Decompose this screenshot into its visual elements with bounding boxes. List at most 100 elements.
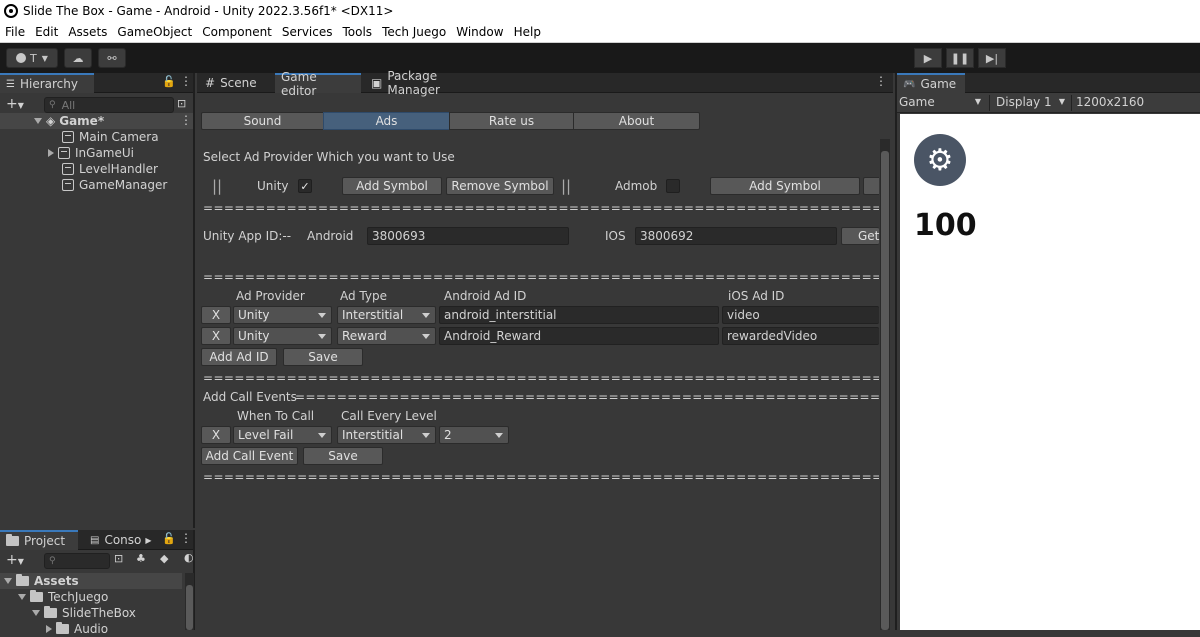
tab-project[interactable]: Project: [0, 530, 78, 550]
label-icon[interactable]: ◆: [160, 552, 168, 565]
add-ad-id-button[interactable]: Add Ad ID: [201, 348, 277, 366]
remove-ad-row-button[interactable]: X: [201, 306, 231, 324]
menu-edit[interactable]: Edit: [30, 25, 63, 39]
android-ad-id-input[interactable]: Android_Reward: [439, 327, 719, 345]
kebab-menu-icon[interactable]: ⋮: [875, 74, 887, 88]
play-icon: ▶: [923, 51, 933, 65]
unity-remove-symbol-button[interactable]: Remove Symbol: [446, 177, 554, 195]
kebab-menu-icon[interactable]: ⋮: [180, 74, 192, 88]
cloud-button[interactable]: ☁: [64, 48, 92, 68]
folder-icon: [6, 534, 19, 546]
android-label: Android: [307, 229, 354, 243]
add-object-button[interactable]: +▼: [6, 96, 24, 112]
ad-provider-dropdown[interactable]: Unity: [233, 327, 332, 345]
create-asset-button[interactable]: +▼: [6, 552, 24, 568]
kebab-menu-icon[interactable]: ⋮: [180, 531, 192, 545]
subtab-rate-us[interactable]: Rate us: [449, 112, 574, 130]
remove-call-row-button[interactable]: X: [201, 426, 231, 444]
ad-type-dropdown[interactable]: Interstitial: [337, 306, 436, 324]
scene-visibility-icon[interactable]: ⊡: [177, 97, 186, 110]
game-view-header: 🎮 Game: [897, 73, 1200, 93]
filter-icon[interactable]: ♣: [136, 552, 146, 565]
game-mode-dropdown[interactable]: Game ▼: [899, 95, 983, 111]
menu-tech-juego[interactable]: Tech Juego: [377, 25, 451, 39]
menu-component[interactable]: Component: [197, 25, 277, 39]
android-ad-id-input[interactable]: android_interstitial: [439, 306, 719, 324]
subtab-ads[interactable]: Ads: [323, 112, 450, 130]
tab-scene[interactable]: # Scene: [199, 73, 269, 93]
folder-audio[interactable]: Audio: [46, 621, 108, 637]
ios-ad-id-input[interactable]: rewardedVideo: [722, 327, 879, 345]
unity-checkbox[interactable]: ✓: [298, 179, 312, 193]
ios-app-id-input[interactable]: 3800692: [635, 227, 837, 245]
unity-add-symbol-button[interactable]: Add Symbol: [342, 177, 442, 195]
header-ad-type: Ad Type: [340, 289, 387, 303]
menu-help[interactable]: Help: [509, 25, 546, 39]
hidden-packages-icon[interactable]: ◐: [184, 551, 194, 564]
resolution-dropdown[interactable]: 1200x2160: [1071, 95, 1200, 111]
menu-services[interactable]: Services: [277, 25, 338, 39]
when-to-call-dropdown[interactable]: Level Fail: [233, 426, 332, 444]
hierarchy-item-levelhandler[interactable]: LevelHandler: [62, 161, 158, 177]
editor-scrollbar[interactable]: [880, 139, 890, 630]
scene-menu-icon[interactable]: ⋮: [180, 113, 192, 127]
project-search-input[interactable]: ⚲: [44, 553, 110, 569]
search-by-type-icon[interactable]: ⊡: [114, 552, 123, 565]
version-control-button[interactable]: ⚯: [98, 48, 126, 68]
display-dropdown[interactable]: Display 1 ▼: [989, 95, 1067, 111]
hierarchy-item-main-camera[interactable]: Main Camera: [62, 129, 159, 145]
folder-assets[interactable]: Assets: [4, 573, 79, 589]
menu-assets[interactable]: Assets: [63, 25, 112, 39]
header-ad-provider: Ad Provider: [236, 289, 305, 303]
select-provider-label: Select Ad Provider Which you want to Use: [203, 150, 455, 164]
play-button[interactable]: ▶: [914, 48, 942, 68]
menu-file[interactable]: File: [0, 25, 30, 39]
tab-console[interactable]: ▤ Conso ▶: [84, 530, 154, 550]
menu-tools[interactable]: Tools: [338, 25, 378, 39]
ad-type-dropdown[interactable]: Reward: [337, 327, 436, 345]
folder-slidethebox[interactable]: SlideTheBox: [32, 605, 136, 621]
account-dropdown[interactable]: T ▼: [6, 48, 58, 68]
admob-remove-symbol-button[interactable]: [863, 177, 879, 195]
project-scrollbar[interactable]: [185, 573, 194, 630]
chevron-down-icon: [422, 313, 430, 318]
folder-techjuego[interactable]: TechJuego: [18, 589, 108, 605]
pause-button[interactable]: ❚❚: [946, 48, 974, 68]
call-every-level-dropdown[interactable]: 2: [439, 426, 509, 444]
subtab-sound[interactable]: Sound: [201, 112, 324, 130]
expand-icon: [34, 118, 42, 124]
hierarchy-search-input[interactable]: ⚲ All: [44, 97, 174, 113]
admob-add-symbol-button[interactable]: Add Symbol: [710, 177, 860, 195]
menu-window[interactable]: Window: [451, 25, 508, 39]
tab-hierarchy[interactable]: ☰ Hierarchy: [0, 73, 94, 93]
subtab-about[interactable]: About: [573, 112, 700, 130]
menu-gameobject[interactable]: GameObject: [112, 25, 197, 39]
chevron-down-icon: ▼: [1058, 97, 1065, 106]
call-ad-type-dropdown[interactable]: Interstitial: [337, 426, 436, 444]
get-button[interactable]: Get: [841, 227, 879, 245]
ios-ad-id-input[interactable]: video: [722, 306, 879, 324]
hierarchy-item-ingameui[interactable]: InGameUi: [48, 145, 134, 161]
remove-ad-row-button[interactable]: X: [201, 327, 231, 345]
add-call-event-button[interactable]: Add Call Event: [201, 447, 298, 465]
unity-provider-label: Unity: [257, 179, 289, 193]
tab-game[interactable]: 🎮 Game: [897, 73, 965, 93]
gameobject-icon: [58, 147, 70, 159]
tab-game-editor[interactable]: Game editor: [275, 70, 361, 98]
project-header: Project ▤ Conso ▶ 🔓 ⋮: [0, 530, 193, 550]
save-ads-button[interactable]: Save: [283, 348, 363, 366]
tab-package-manager[interactable]: ▣ Package Manager: [365, 69, 497, 97]
lock-icon[interactable]: 🔓: [162, 75, 176, 88]
chevron-down-icon: [318, 334, 326, 339]
package-icon: ▣: [371, 76, 383, 90]
save-call-events-button[interactable]: Save: [303, 447, 383, 465]
android-app-id-input[interactable]: 3800693: [367, 227, 569, 245]
chevron-right-icon: ▶: [145, 535, 152, 545]
step-button[interactable]: ▶|: [978, 48, 1006, 68]
ad-provider-dropdown[interactable]: Unity: [233, 306, 332, 324]
settings-gear-icon[interactable]: ⚙: [914, 134, 966, 186]
admob-checkbox[interactable]: [666, 179, 680, 193]
hierarchy-item-gamemanager[interactable]: GameManager: [62, 177, 167, 193]
scene-item[interactable]: ◈ Game*: [34, 113, 104, 129]
lock-icon[interactable]: 🔓: [162, 532, 176, 545]
